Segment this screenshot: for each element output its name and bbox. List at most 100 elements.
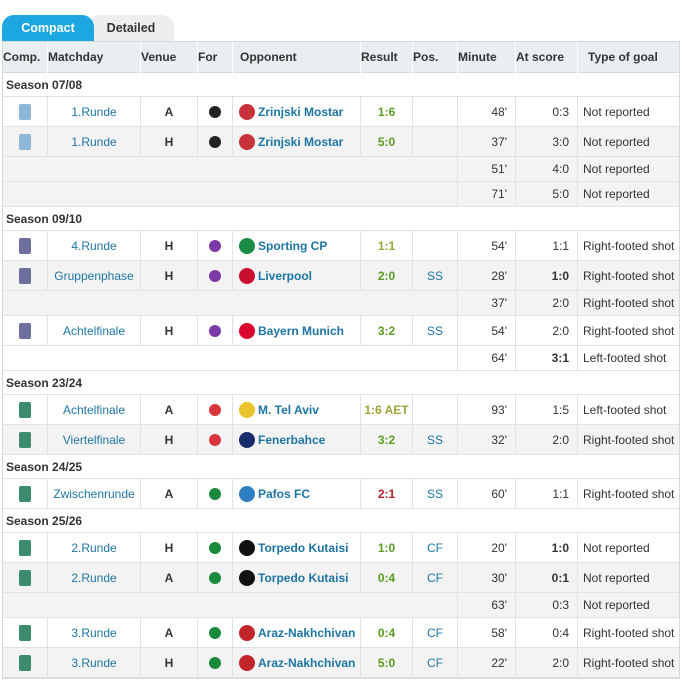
- uefa-cup-icon[interactable]: [19, 133, 31, 150]
- conference-league-icon[interactable]: [19, 431, 31, 448]
- result-link[interactable]: 0:4: [378, 571, 395, 585]
- at-score-text: 0:1: [551, 570, 569, 585]
- zrinjski-crest-icon[interactable]: [239, 133, 255, 150]
- minute-cell: 51': [457, 157, 515, 181]
- header-pos[interactable]: Pos.: [412, 42, 457, 73]
- matchday-cell: 4.Runde: [47, 231, 140, 260]
- panathinaikos-crest-icon[interactable]: [209, 487, 221, 500]
- conference-league-icon[interactable]: [19, 624, 31, 641]
- matchday-link[interactable]: Achtelfinale: [63, 403, 125, 417]
- pafos-crest-icon[interactable]: [239, 485, 255, 502]
- maccabi-crest-icon[interactable]: [239, 401, 255, 418]
- venue-cell: A: [140, 479, 197, 508]
- araz-crest-icon[interactable]: [239, 624, 255, 641]
- table-row: Achtelfinale A M. Tel Aviv 1:6 AET 93' 1:5 Lef…: [3, 395, 679, 425]
- matchday-link[interactable]: 4.Runde: [71, 239, 116, 253]
- type-text: Right-footed shot: [583, 323, 675, 338]
- result-link[interactable]: 2:0: [378, 269, 395, 283]
- fiorentina-crest-icon[interactable]: [209, 324, 221, 337]
- matchday-link[interactable]: 2.Runde: [71, 541, 116, 555]
- result-link[interactable]: 2:1: [378, 487, 395, 501]
- venue-cell: A: [140, 618, 197, 647]
- matchday-link[interactable]: Achtelfinale: [63, 324, 125, 338]
- liverpool-crest-icon[interactable]: [239, 267, 255, 284]
- bayern-crest-icon[interactable]: [239, 322, 255, 339]
- torpedo-crest-icon[interactable]: [239, 569, 255, 586]
- conference-league-icon[interactable]: [19, 485, 31, 502]
- at-score-cell: 0:3: [515, 97, 577, 126]
- conference-league-icon[interactable]: [19, 654, 31, 671]
- partizan-crest-icon[interactable]: [209, 105, 221, 118]
- champions-league-icon[interactable]: [19, 267, 31, 284]
- type-text: Not reported: [583, 598, 650, 612]
- result-link[interactable]: 3:2: [378, 433, 395, 447]
- header-type[interactable]: Type of goal: [577, 42, 681, 73]
- pos-cell: SS: [412, 261, 457, 290]
- matchday-link[interactable]: 3.Runde: [71, 656, 116, 670]
- header-comp[interactable]: Comp.: [3, 42, 47, 73]
- matchday-link[interactable]: Zwischenrunde: [53, 487, 134, 501]
- matchday-link[interactable]: Gruppenphase: [54, 269, 133, 283]
- opponent-cell: Torpedo Kutaisi: [232, 533, 360, 562]
- panathinaikos-crest-icon[interactable]: [209, 571, 221, 584]
- matchday-link[interactable]: Viertelfinale: [63, 433, 125, 447]
- header-matchday[interactable]: Matchday: [47, 42, 140, 73]
- sporting-crest-icon[interactable]: [239, 237, 255, 254]
- pos-text: SS: [426, 432, 443, 447]
- matchday-link[interactable]: 1.Runde: [71, 105, 116, 119]
- conference-league-icon[interactable]: [19, 401, 31, 418]
- fiorentina-crest-icon[interactable]: [209, 269, 221, 282]
- result-link[interactable]: 5:0: [378, 135, 395, 149]
- panathinaikos-crest-icon[interactable]: [209, 656, 221, 669]
- panathinaikos-crest-icon[interactable]: [209, 541, 221, 554]
- torpedo-crest-icon[interactable]: [239, 539, 255, 556]
- at-score-cell: 0:3: [515, 593, 577, 617]
- uefa-cup-icon[interactable]: [19, 103, 31, 120]
- fiorentina-crest-icon[interactable]: [209, 239, 221, 252]
- result-link[interactable]: 1:6 AET: [364, 403, 408, 417]
- panathinaikos-crest-icon[interactable]: [209, 626, 221, 639]
- olympiacos-crest-icon[interactable]: [209, 433, 221, 446]
- table-row: 4.Runde H Sporting CP 1:1 54' 1:1 Right-footed…: [3, 231, 679, 261]
- matchday-link[interactable]: 2.Runde: [71, 571, 116, 585]
- matchday-link[interactable]: 1.Runde: [71, 135, 116, 149]
- type-cell: Right-footed shot: [577, 618, 681, 647]
- at-score-text: 2:0: [552, 296, 569, 310]
- minute-cell: 37': [457, 291, 515, 315]
- result-link[interactable]: 1:1: [378, 239, 395, 253]
- zrinjski-crest-icon[interactable]: [239, 103, 255, 120]
- result-link[interactable]: 1:6: [378, 105, 395, 119]
- at-score-text: 1:0: [551, 540, 569, 555]
- for-cell: [197, 316, 232, 345]
- pos-cell: SS: [412, 479, 457, 508]
- partizan-crest-icon[interactable]: [209, 135, 221, 148]
- fenerbahce-crest-icon[interactable]: [239, 431, 255, 448]
- conference-league-icon[interactable]: [19, 539, 31, 556]
- header-venue[interactable]: Venue: [140, 42, 197, 73]
- result-link[interactable]: 5:0: [378, 656, 395, 670]
- tab-detailed[interactable]: Detailed: [88, 15, 174, 41]
- result-link[interactable]: 0:4: [378, 626, 395, 640]
- araz-crest-icon[interactable]: [239, 654, 255, 671]
- header-at-score[interactable]: At score: [515, 42, 577, 73]
- tab-bar: Detailed Compact: [0, 0, 682, 41]
- header-for[interactable]: For: [197, 42, 232, 73]
- champions-league-icon[interactable]: [19, 322, 31, 339]
- venue-cell: H: [140, 425, 197, 454]
- olympiacos-crest-icon[interactable]: [209, 403, 221, 416]
- tab-compact[interactable]: Compact: [2, 15, 94, 41]
- header-minute[interactable]: Minute: [457, 42, 515, 73]
- matchday-link[interactable]: 3.Runde: [71, 626, 116, 640]
- venue-text: A: [164, 625, 174, 640]
- result-link[interactable]: 3:2: [378, 324, 395, 338]
- header-result[interactable]: Result: [360, 42, 412, 73]
- result-link[interactable]: 1:0: [378, 541, 395, 555]
- minute-text: 30': [491, 570, 507, 585]
- pos-cell: SS: [412, 425, 457, 454]
- conference-league-icon[interactable]: [19, 569, 31, 586]
- header-opponent[interactable]: Opponent: [232, 42, 360, 73]
- champions-league-icon[interactable]: [19, 237, 31, 254]
- type-cell: Not reported: [577, 533, 681, 562]
- comp-cell: [3, 479, 47, 508]
- type-text: Not reported: [583, 104, 650, 119]
